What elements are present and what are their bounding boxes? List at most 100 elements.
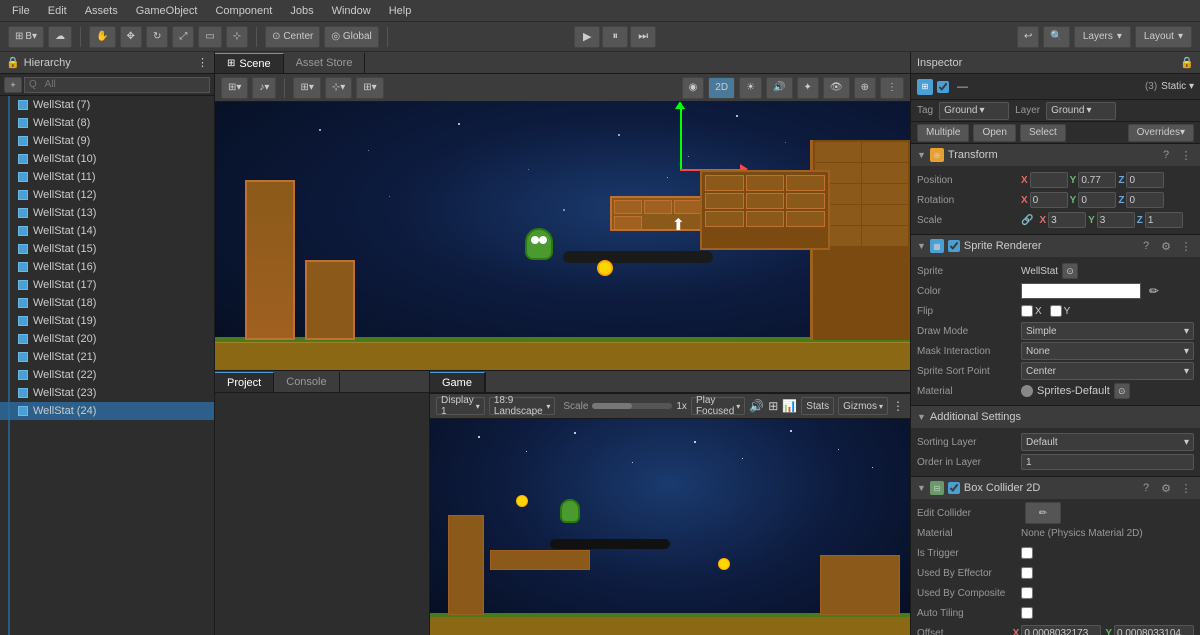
audio-on-btn[interactable]: 🔊: [766, 77, 792, 99]
box-collider-menu-icon[interactable]: ⋮: [1178, 480, 1194, 496]
rot-z-input[interactable]: [1126, 192, 1164, 208]
pos-x-input[interactable]: [1030, 172, 1068, 188]
hierarchy-add-btn[interactable]: +: [4, 77, 22, 93]
stats-icon[interactable]: 📊: [782, 399, 797, 413]
mask-interaction-dropdown[interactable]: None ▾: [1021, 342, 1194, 360]
draw-mode-dropdown[interactable]: Simple ▾: [1021, 322, 1194, 340]
menu-assets[interactable]: Assets: [77, 3, 126, 19]
order-in-layer-input[interactable]: [1021, 454, 1194, 470]
sprite-renderer-menu-icon[interactable]: ⋮: [1178, 238, 1194, 254]
sprite-renderer-help-icon[interactable]: ?: [1138, 238, 1154, 254]
menu-file[interactable]: File: [4, 3, 38, 19]
rot-x-input[interactable]: [1030, 192, 1068, 208]
list-item[interactable]: WellStat (20): [0, 330, 214, 348]
cloud-button[interactable]: ☁: [48, 26, 72, 48]
sprite-renderer-enable-checkbox[interactable]: [948, 240, 960, 252]
hidden-btn[interactable]: 👁: [823, 77, 850, 99]
scale-x-input[interactable]: [1048, 212, 1086, 228]
list-item[interactable]: WellStat (7): [0, 96, 214, 114]
material-pick-button[interactable]: ⊙: [1114, 383, 1130, 399]
menu-gameobject[interactable]: GameObject: [128, 3, 206, 19]
2d-btn[interactable]: 2D: [708, 77, 735, 99]
select-button[interactable]: Select: [1020, 124, 1066, 142]
pivot-button[interactable]: ⊙ Center: [265, 26, 320, 48]
tab-scene[interactable]: ⊞ Scene: [215, 53, 284, 73]
list-item[interactable]: WellStat (16): [0, 258, 214, 276]
list-item[interactable]: WellStat (14): [0, 222, 214, 240]
rect-tool-button[interactable]: ▭: [198, 26, 221, 48]
hand-tool-button[interactable]: ✋: [89, 26, 115, 48]
list-item[interactable]: WellStat (24): [0, 402, 214, 420]
menu-component[interactable]: Component: [207, 3, 280, 19]
offset-x-input[interactable]: [1021, 625, 1101, 635]
list-item[interactable]: WellStat (9): [0, 132, 214, 150]
hierarchy-menu-icon[interactable]: ⋮: [197, 56, 208, 69]
pos-z-input[interactable]: [1126, 172, 1164, 188]
volume-icon[interactable]: 🔊: [749, 399, 764, 413]
account-button[interactable]: ⊞ B▾: [8, 26, 44, 48]
layout-dropdown[interactable]: Layout ▾: [1135, 26, 1192, 48]
used-by-effector-checkbox[interactable]: [1021, 567, 1033, 579]
transform-header[interactable]: ▼ ⊕ Transform ? ⋮: [911, 144, 1200, 166]
list-item[interactable]: WellStat (12): [0, 186, 214, 204]
tab-console[interactable]: Console: [274, 372, 339, 392]
list-item[interactable]: WellStat (23): [0, 384, 214, 402]
flip-x-checkbox[interactable]: [1021, 305, 1033, 317]
list-item[interactable]: WellStat (17): [0, 276, 214, 294]
menu-window[interactable]: Window: [324, 3, 379, 19]
audio-btn[interactable]: ♪▾: [252, 77, 276, 99]
list-item[interactable]: WellStat (11): [0, 168, 214, 186]
shading-mode-btn[interactable]: ⊞▾: [221, 77, 248, 99]
offset-y-input[interactable]: [1114, 625, 1194, 635]
transform-tool-button[interactable]: ⊹: [226, 26, 248, 48]
rotate-tool-button[interactable]: ↻: [146, 26, 168, 48]
game-aspect-dropdown[interactable]: 18:9 Landscape ▾: [489, 397, 556, 415]
play-focused-dropdown[interactable]: Play Focused ▾: [691, 397, 745, 415]
game-display-dropdown[interactable]: Display 1 ▾: [436, 397, 485, 415]
effect-btn[interactable]: ✦: [797, 77, 819, 99]
color-swatch[interactable]: [1021, 283, 1141, 299]
hierarchy-lock-icon[interactable]: 🔒: [6, 56, 20, 69]
tab-asset-store[interactable]: Asset Store: [284, 53, 366, 73]
maximize-icon[interactable]: ⊞: [768, 399, 778, 413]
stats-btn[interactable]: Stats: [801, 397, 834, 415]
used-by-composite-checkbox[interactable]: [1021, 587, 1033, 599]
box-collider-settings-icon[interactable]: ⚙: [1158, 480, 1174, 496]
additional-settings-header[interactable]: ▼ Additional Settings: [911, 406, 1200, 428]
overlay-btn[interactable]: ⊞▾: [293, 77, 320, 99]
scale-y-input[interactable]: [1097, 212, 1135, 228]
list-item[interactable]: WellStat (19): [0, 312, 214, 330]
tab-project[interactable]: Project: [215, 372, 274, 392]
menu-jobs[interactable]: Jobs: [282, 3, 321, 19]
undo-button[interactable]: ↩: [1017, 26, 1039, 48]
search-button[interactable]: 🔍: [1043, 26, 1069, 48]
scale-z-input[interactable]: [1145, 212, 1183, 228]
scene-view[interactable]: ⬆: [215, 102, 910, 370]
scale-tool-button[interactable]: ⤢: [172, 26, 194, 48]
layers-dropdown[interactable]: Layers ▾: [1074, 26, 1131, 48]
sprite-pick-button[interactable]: ⊙: [1062, 263, 1078, 279]
sprite-sort-dropdown[interactable]: Center ▾: [1021, 362, 1194, 380]
transform-menu-icon[interactable]: ⋮: [1178, 147, 1194, 163]
hierarchy-search-input[interactable]: [24, 77, 210, 93]
open-button[interactable]: Open: [973, 124, 1015, 142]
game-view[interactable]: [430, 419, 910, 635]
flip-y-checkbox[interactable]: [1050, 305, 1062, 317]
menu-edit[interactable]: Edit: [40, 3, 75, 19]
sprite-renderer-header[interactable]: ▼ ▦ Sprite Renderer ? ⚙ ⋮: [911, 235, 1200, 257]
panel-menu-icon[interactable]: ⋮: [892, 399, 904, 413]
pause-button[interactable]: ⏸: [602, 26, 628, 48]
cam-btn[interactable]: ◉: [682, 77, 705, 99]
gizmos-btn[interactable]: Gizmos ▾: [838, 397, 888, 415]
overrides-button[interactable]: Overrides ▾: [1128, 124, 1194, 142]
pos-y-input[interactable]: [1078, 172, 1116, 188]
tab-game[interactable]: Game: [430, 372, 485, 392]
sprite-renderer-settings-icon[interactable]: ⚙: [1158, 238, 1174, 254]
grid-btn[interactable]: ⊞▾: [356, 77, 383, 99]
play-button[interactable]: ▶: [574, 26, 600, 48]
inspector-lock-icon[interactable]: 🔒: [1180, 56, 1194, 69]
transform-help-icon[interactable]: ?: [1158, 147, 1174, 163]
edit-collider-button[interactable]: ✏: [1025, 502, 1061, 524]
list-item[interactable]: WellStat (15): [0, 240, 214, 258]
box-collider-enable-checkbox[interactable]: [948, 482, 960, 494]
